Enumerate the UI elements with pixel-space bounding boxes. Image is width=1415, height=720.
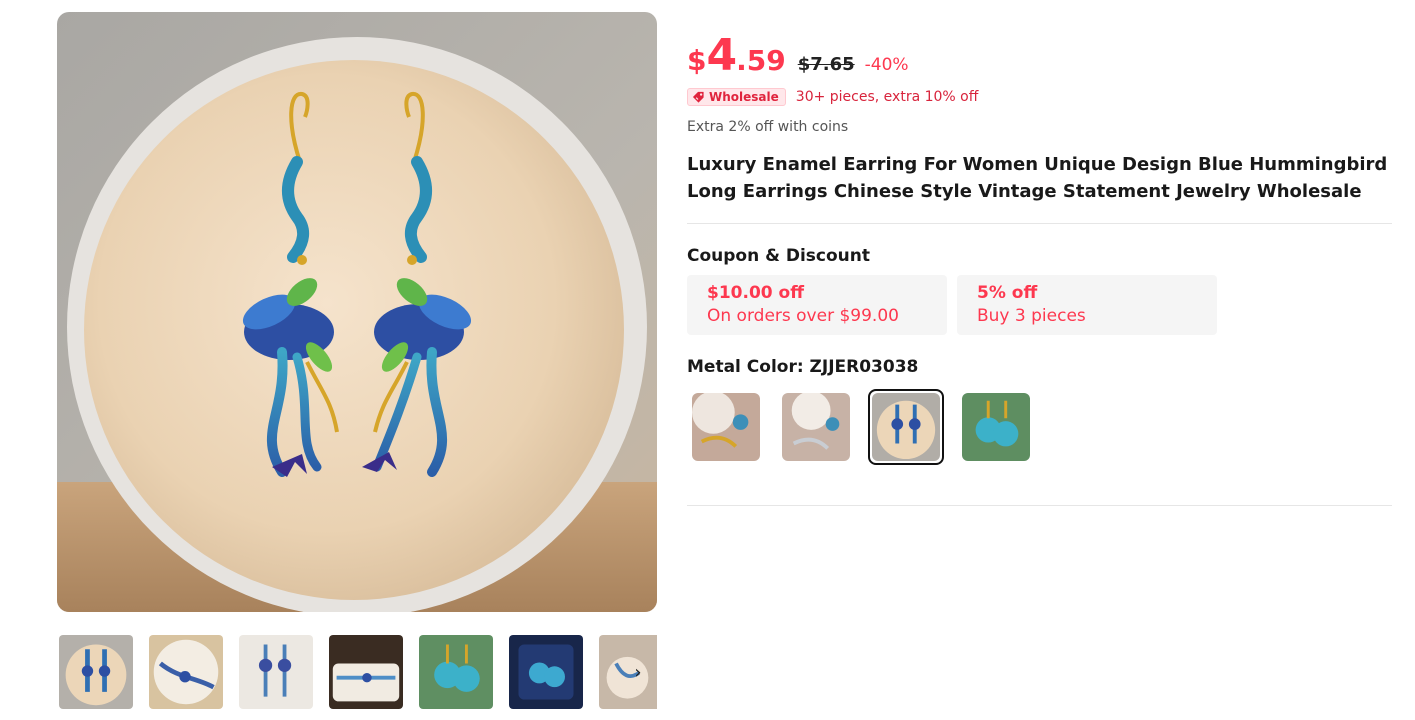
divider	[687, 505, 1392, 506]
coupon-condition: On orders over $99.00	[707, 306, 899, 326]
metal-color-heading: Metal Color: ZJJER03038	[687, 357, 919, 377]
coupon-card[interactable]: $10.00 off On orders over $99.00	[687, 275, 947, 335]
discount-percent: -40%	[864, 55, 909, 75]
thumbnail-2[interactable]	[147, 633, 225, 711]
color-option-1[interactable]	[688, 389, 764, 465]
main-product-image[interactable]	[57, 12, 657, 612]
wholesale-row: Wholesale 30+ pieces, extra 10% off	[687, 86, 1392, 108]
color-option-4[interactable]	[958, 389, 1034, 465]
thumbnail-5[interactable]	[417, 633, 495, 711]
coupon-value: $10.00 off	[707, 283, 804, 303]
thumbnail-1[interactable]	[57, 633, 135, 711]
coupon-heading: Coupon & Discount	[687, 246, 871, 266]
price-row: $4.59 $7.65 -40%	[687, 30, 1392, 82]
thumbnail-4[interactable]	[327, 633, 405, 711]
tag-icon	[692, 91, 704, 103]
coupon-condition: Buy 3 pieces	[977, 306, 1086, 326]
wholesale-text: 30+ pieces, extra 10% off	[795, 89, 979, 105]
thumbnail-6[interactable]	[507, 633, 585, 711]
price-decimal: .59	[736, 44, 786, 77]
metal-color-options	[688, 389, 1392, 465]
wholesale-badge-label: Wholesale	[709, 90, 779, 104]
earrings-photo	[57, 12, 657, 612]
coupon-list: $10.00 off On orders over $99.00 5% off …	[687, 275, 1392, 335]
thumbnail-3[interactable]	[237, 633, 315, 711]
current-price: $4.59	[687, 30, 786, 81]
coins-discount-text: Extra 2% off with coins	[687, 119, 849, 135]
coupon-card[interactable]: 5% off Buy 3 pieces	[957, 275, 1217, 335]
coupon-value: 5% off	[977, 283, 1038, 303]
product-title: Luxury Enamel Earring For Women Unique D…	[687, 154, 1388, 202]
thumbnail-strip: ›	[57, 633, 657, 711]
price-currency: $	[687, 44, 707, 77]
chevron-right-icon[interactable]: ›	[627, 659, 649, 685]
color-option-3[interactable]	[868, 389, 944, 465]
wholesale-badge[interactable]: Wholesale	[687, 88, 786, 106]
original-price: $7.65	[797, 54, 855, 75]
price-integer: 4	[706, 30, 737, 81]
color-option-2[interactable]	[778, 389, 854, 465]
product-info-panel: $4.59 $7.65 -40% Wholesale 30+ pieces, e…	[687, 30, 1392, 506]
divider	[687, 223, 1392, 224]
